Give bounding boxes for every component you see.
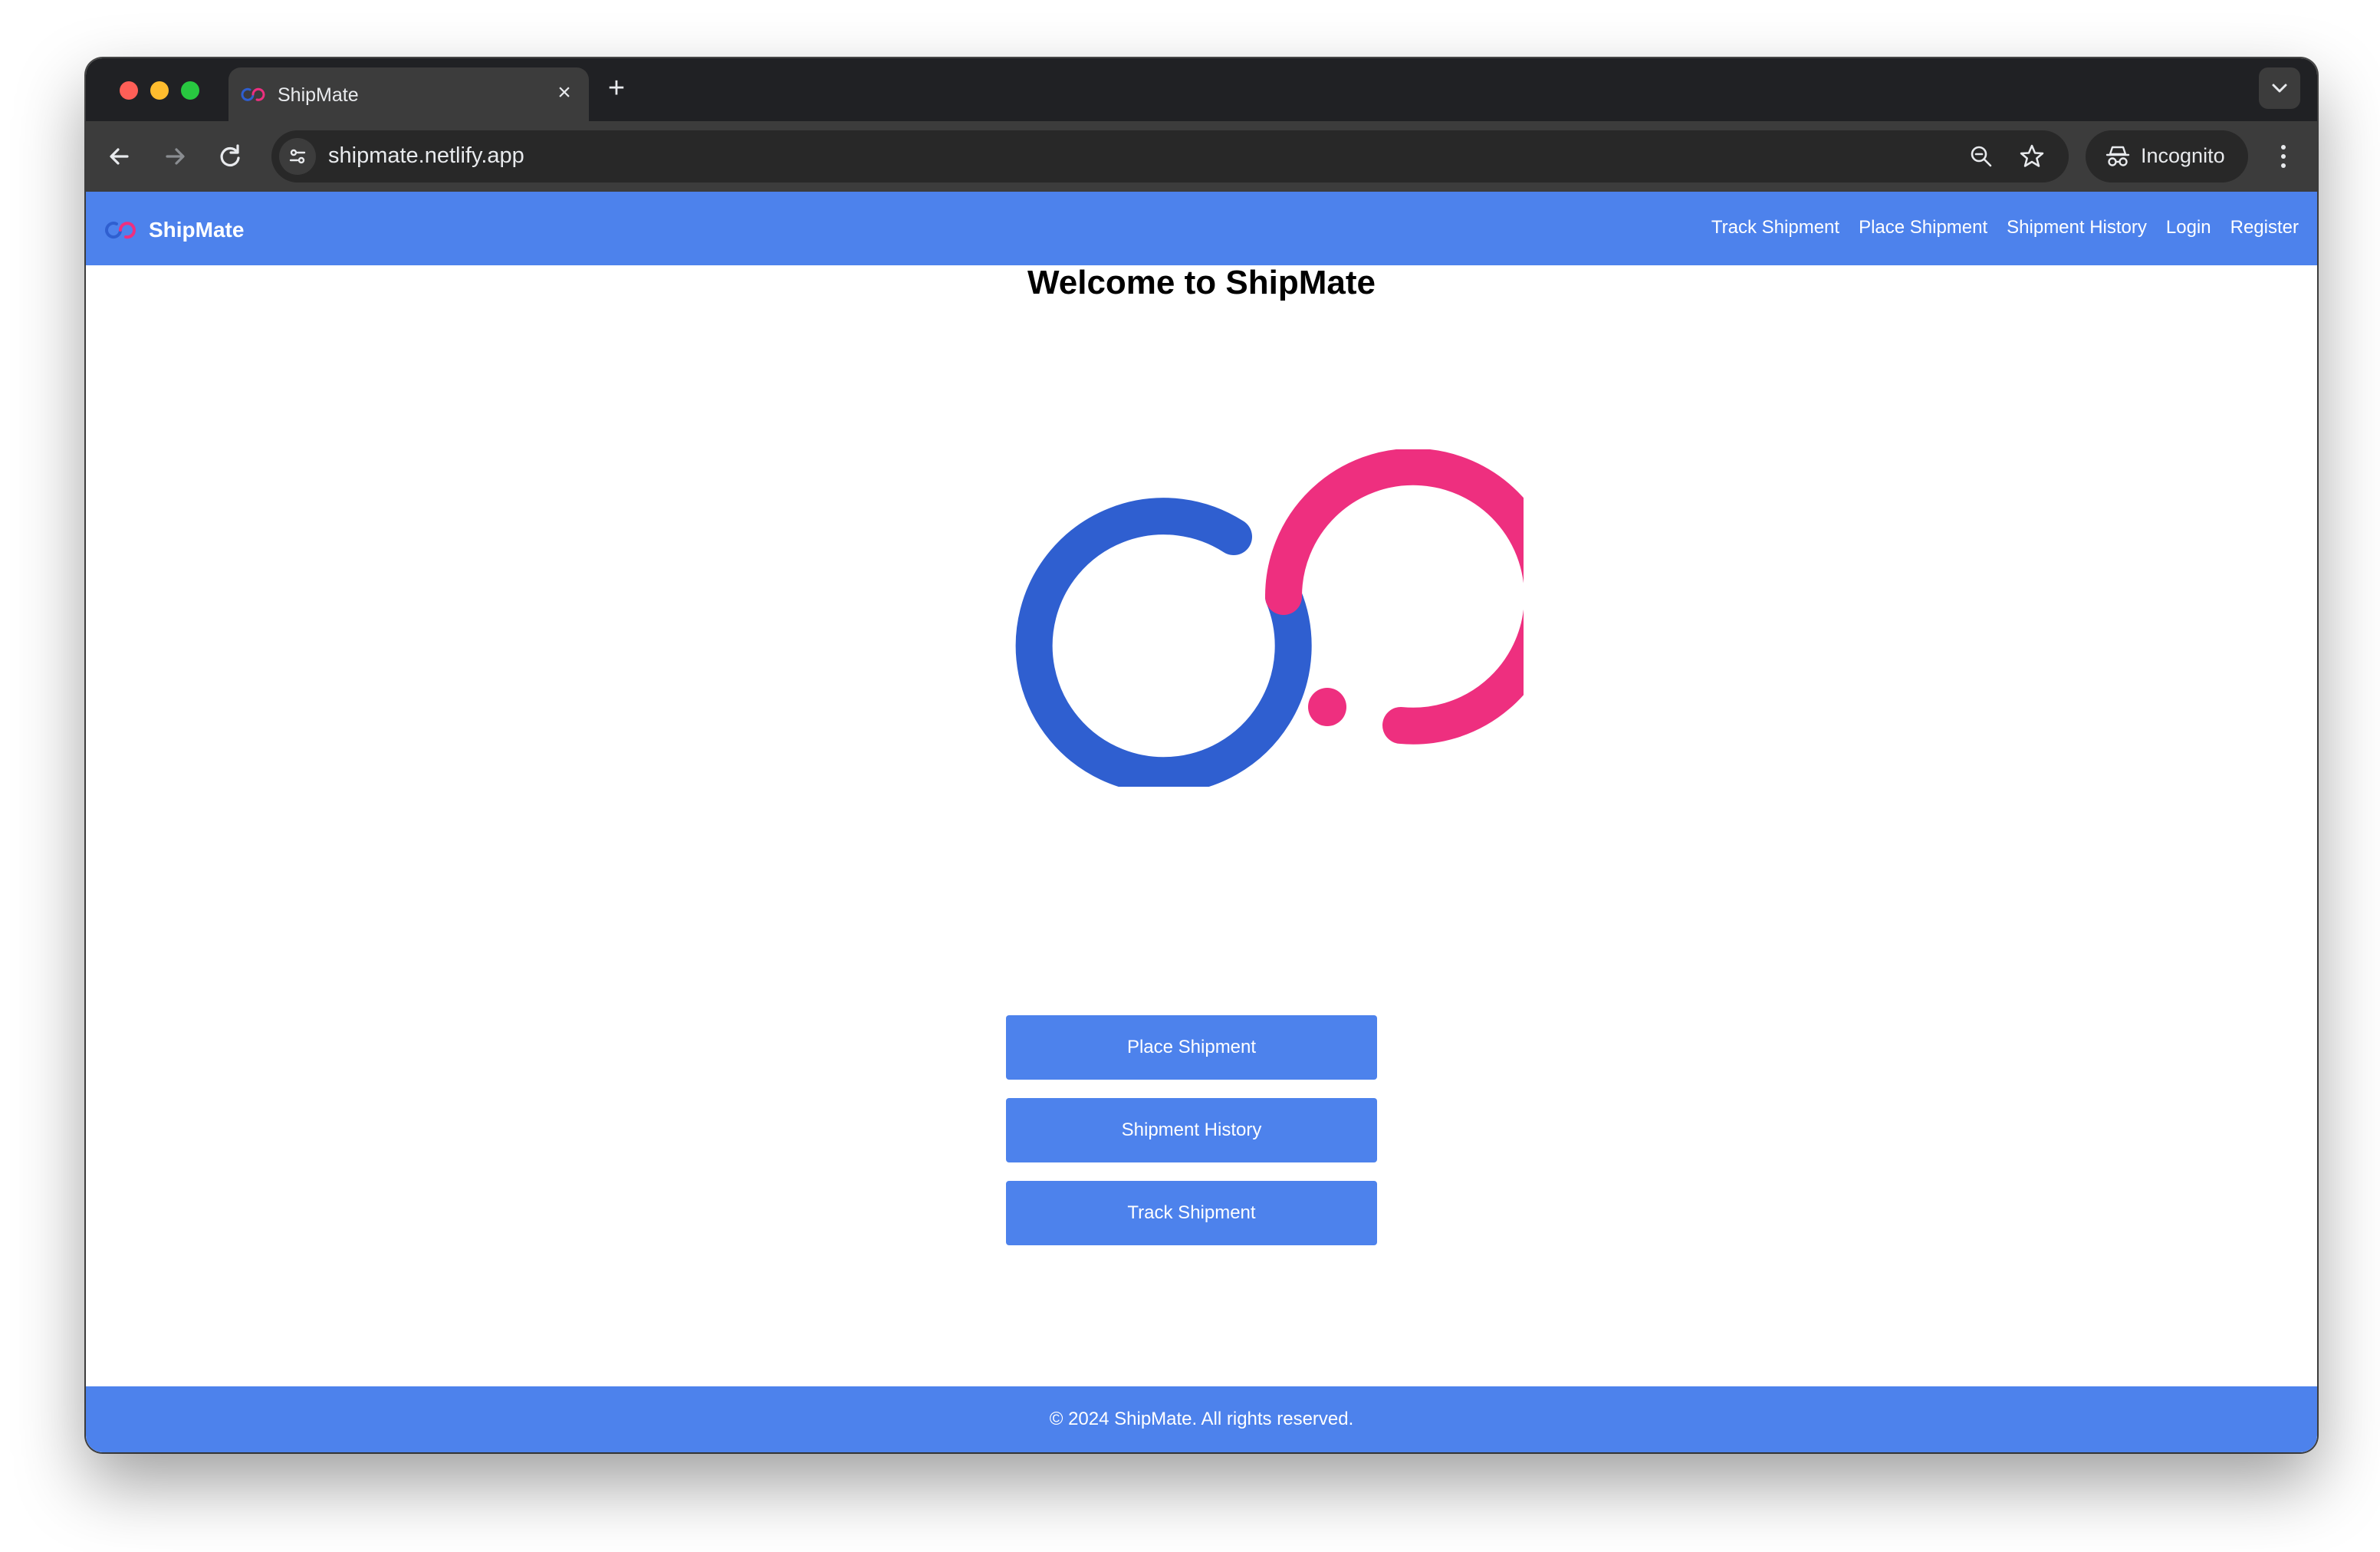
logo-blue-ring bbox=[1015, 498, 1312, 787]
footer-text: © 2024 ShipMate. All rights reserved. bbox=[86, 1386, 2317, 1452]
minimize-window-button[interactable] bbox=[150, 81, 169, 100]
close-window-button[interactable] bbox=[120, 81, 138, 100]
site-navbar: ShipMate Track Shipment Place Shipment S… bbox=[86, 192, 2317, 265]
incognito-label: Incognito bbox=[2141, 144, 2225, 167]
nav-link-track-shipment[interactable]: Track Shipment bbox=[1711, 217, 1839, 238]
brand-name: ShipMate bbox=[149, 218, 245, 242]
more-vert-icon[interactable] bbox=[2268, 136, 2299, 176]
browser-toolbar: shipmate.netlify.app Incognito bbox=[86, 121, 2317, 192]
tab-search-button[interactable] bbox=[2259, 67, 2300, 109]
web-page: ShipMate Track Shipment Place Shipment S… bbox=[86, 192, 2317, 1452]
page-title: Welcome to ShipMate bbox=[1027, 264, 1376, 301]
reload-icon[interactable] bbox=[212, 138, 248, 175]
arrow-left-icon[interactable] bbox=[101, 138, 138, 175]
nav-link-shipment-history[interactable]: Shipment History bbox=[2007, 217, 2147, 238]
star-icon[interactable] bbox=[2018, 143, 2046, 170]
logo-dot bbox=[1308, 688, 1346, 726]
address-bar[interactable]: shipmate.netlify.app bbox=[271, 130, 2069, 182]
close-icon[interactable]: × bbox=[551, 79, 578, 107]
tab-strip: ShipMate × + bbox=[86, 58, 2317, 121]
incognito-badge[interactable]: Incognito bbox=[2086, 130, 2248, 182]
browser-tab[interactable]: ShipMate × bbox=[228, 67, 589, 121]
plus-icon[interactable]: + bbox=[600, 71, 633, 105]
tab-title: ShipMate bbox=[278, 84, 359, 106]
incognito-icon bbox=[2106, 146, 2130, 166]
track-shipment-button[interactable]: Track Shipment bbox=[1006, 1181, 1377, 1245]
maximize-window-button[interactable] bbox=[181, 81, 199, 100]
nav-links: Track Shipment Place Shipment Shipment H… bbox=[1692, 217, 2299, 238]
site-info-button[interactable] bbox=[279, 138, 316, 175]
shipment-history-button[interactable]: Shipment History bbox=[1006, 1098, 1377, 1162]
arrow-right-icon[interactable] bbox=[156, 138, 193, 175]
place-shipment-button[interactable]: Place Shipment bbox=[1006, 1015, 1377, 1080]
zoom-icon[interactable] bbox=[1967, 143, 1995, 170]
chevron-down-icon bbox=[2272, 84, 2287, 93]
nav-link-login[interactable]: Login bbox=[2166, 217, 2211, 238]
shipmate-logo-icon bbox=[105, 222, 136, 239]
nav-link-register[interactable]: Register bbox=[2230, 217, 2299, 238]
tune-icon bbox=[289, 149, 306, 164]
logo-pink-ring bbox=[1265, 449, 1524, 745]
shipmate-logo-icon bbox=[241, 87, 265, 101]
browser-window: ShipMate × + shipmate.netlify.app Incogn… bbox=[86, 58, 2317, 1452]
nav-link-place-shipment[interactable]: Place Shipment bbox=[1859, 217, 1987, 238]
url-text[interactable]: shipmate.netlify.app bbox=[328, 143, 524, 169]
shipmate-hero-logo bbox=[1015, 449, 1524, 787]
